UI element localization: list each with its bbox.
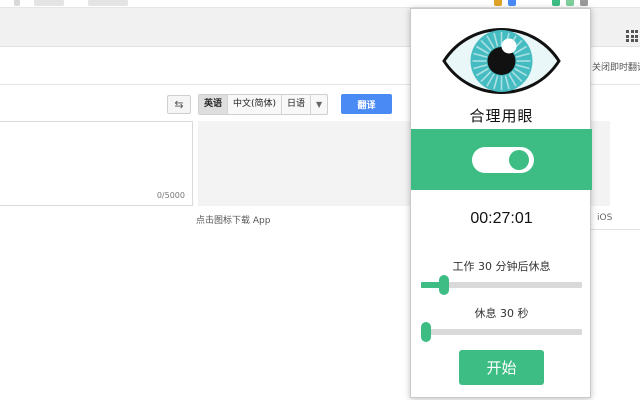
- extension-icon[interactable]: [508, 0, 516, 6]
- bookmark-fragment[interactable]: [34, 0, 64, 6]
- apps-grid-icon[interactable]: [626, 30, 638, 42]
- slider-thumb[interactable]: [421, 322, 431, 342]
- swap-languages-button[interactable]: ⇆: [167, 95, 191, 114]
- character-count: 0/5000: [156, 191, 185, 200]
- source-text-input[interactable]: 0/5000: [0, 121, 193, 206]
- language-option-chinese-simplified[interactable]: 中文(简体): [228, 95, 283, 114]
- rest-duration-slider[interactable]: [421, 322, 582, 342]
- extension-icon[interactable]: [580, 0, 588, 6]
- extension-icon[interactable]: [566, 0, 574, 6]
- ios-app-link[interactable]: iOS: [597, 213, 612, 223]
- extension-icon[interactable]: [494, 0, 502, 6]
- browser-bookmarks-strip: [0, 0, 640, 8]
- work-duration-slider[interactable]: [421, 275, 582, 295]
- target-language-selector: 英语 中文(简体) 日语 ▼: [198, 94, 329, 115]
- eye-care-extension-icon[interactable]: [552, 0, 560, 6]
- slider-track: [421, 329, 582, 335]
- countdown-timer: 00:27:01: [470, 210, 533, 227]
- reminder-toggle[interactable]: [472, 147, 534, 173]
- slider-thumb[interactable]: [439, 275, 449, 295]
- start-button[interactable]: 开始: [459, 350, 544, 385]
- eye-care-popup: 合理用眼 00:27:01 工作 30 分钟后休息 休息 30 秒 开始: [410, 8, 592, 398]
- instant-translation-toggle-link[interactable]: 关闭即时翻译: [592, 60, 640, 73]
- app-download-hint: 点击图标下载 App: [196, 216, 271, 226]
- work-duration-label: 工作 30 分钟后休息: [452, 260, 551, 273]
- translate-button[interactable]: 翻译: [341, 94, 392, 114]
- language-option-english[interactable]: 英语: [199, 95, 229, 114]
- swap-languages-icon: ⇆: [174, 98, 184, 111]
- bookmark-fragment[interactable]: [88, 0, 128, 6]
- rest-duration-label: 休息 30 秒: [474, 307, 529, 320]
- toggle-band: [411, 129, 592, 190]
- chevron-down-icon[interactable]: ▼: [311, 95, 327, 114]
- eye-icon: [441, 22, 562, 100]
- language-option-japanese[interactable]: 日语: [282, 95, 312, 114]
- bookmark-fragment[interactable]: [14, 0, 20, 6]
- popup-title: 合理用眼: [469, 107, 534, 125]
- toggle-knob: [509, 150, 529, 170]
